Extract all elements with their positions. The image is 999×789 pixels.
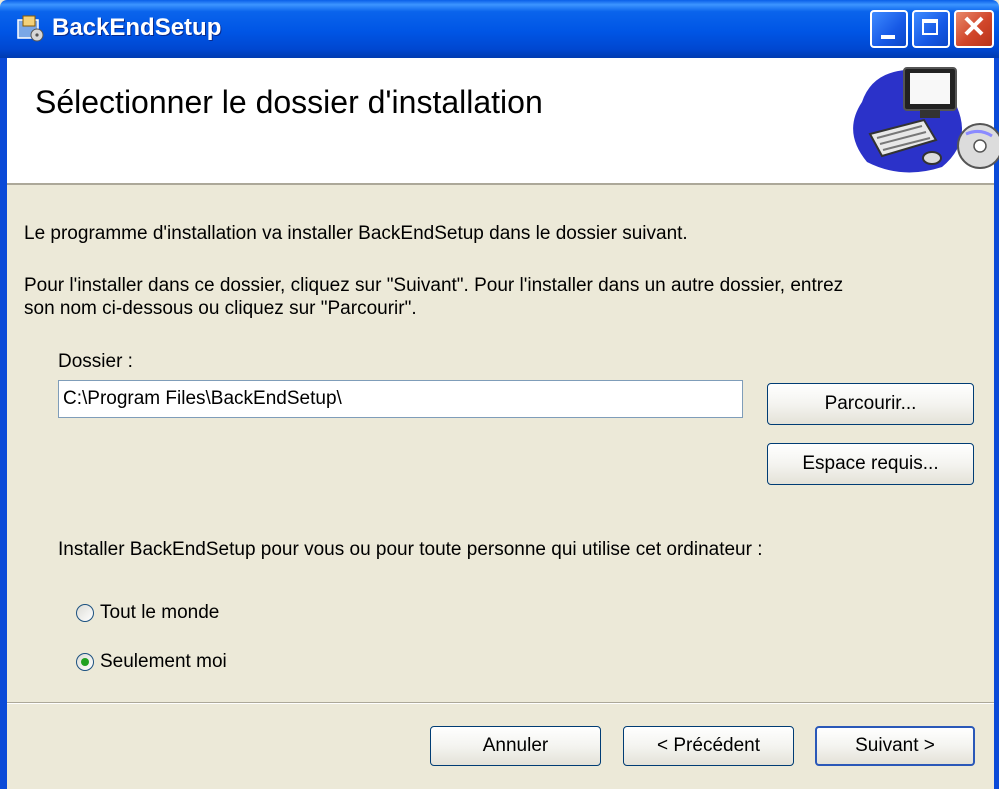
instructions-line-2: son nom ci-dessous ou cliquez sur "Parco…: [24, 298, 417, 319]
page-title: Sélectionner le dossier d'installation: [35, 84, 543, 120]
folder-path-input[interactable]: [58, 380, 743, 418]
window-title: BackEndSetup: [52, 14, 222, 41]
maximize-button[interactable]: [912, 10, 950, 48]
installer-window: BackEndSetup ✕ Sélectionner le dossier d…: [0, 0, 999, 789]
install-for-label: Installer BackEndSetup pour vous ou pour…: [58, 539, 763, 560]
folder-label: Dossier :: [58, 351, 133, 372]
radio-everyone[interactable]: Tout le monde: [76, 602, 219, 624]
close-button[interactable]: ✕: [954, 10, 994, 48]
computer-cd-icon: [853, 67, 999, 173]
next-button[interactable]: Suivant >: [815, 726, 975, 766]
radio-everyone-label: Tout le monde: [100, 602, 220, 623]
footer-separator: [7, 702, 994, 704]
browse-button[interactable]: Parcourir...: [767, 383, 974, 425]
header-banner: Sélectionner le dossier d'installation: [7, 58, 999, 185]
intro-text: Le programme d'installation va installer…: [24, 223, 688, 244]
window-frame-left: [0, 58, 7, 789]
instructions-line-1: Pour l'installer dans ce dossier, clique…: [24, 275, 844, 296]
title-bar[interactable]: BackEndSetup ✕: [0, 0, 999, 58]
minimize-button[interactable]: [870, 10, 908, 48]
radio-just-me-label: Seulement moi: [100, 651, 227, 672]
radio-just-me-button[interactable]: [76, 653, 94, 671]
disk-cost-button[interactable]: Espace requis...: [767, 443, 974, 485]
installer-app-icon: [17, 15, 44, 42]
radio-just-me[interactable]: Seulement moi: [76, 651, 227, 673]
radio-everyone-button[interactable]: [76, 604, 94, 622]
close-icon: ✕: [961, 11, 987, 44]
back-button[interactable]: < Précédent: [623, 726, 794, 766]
cancel-button[interactable]: Annuler: [430, 726, 601, 766]
